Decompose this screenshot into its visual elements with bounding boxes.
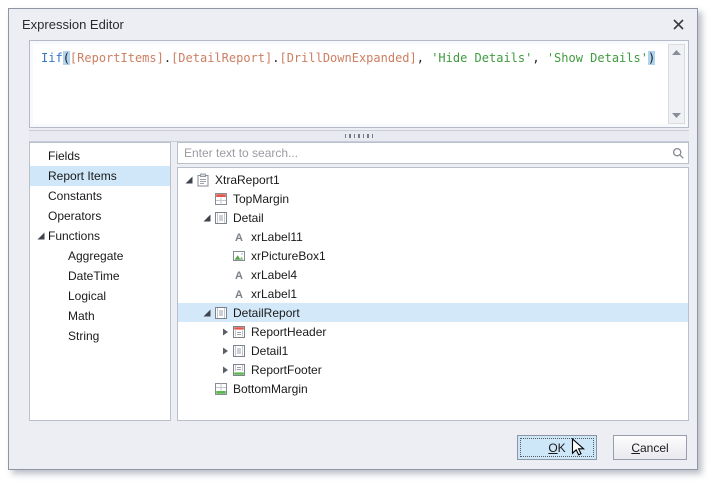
cancel-button-label: Cancel bbox=[631, 441, 668, 455]
category-item-logical[interactable]: Logical bbox=[30, 286, 170, 306]
tree-item-detailreport[interactable]: DetailReport bbox=[178, 303, 688, 322]
search-box bbox=[177, 142, 689, 164]
expression-token: [DrillDownExpanded] bbox=[279, 51, 416, 65]
expanded-expander-icon[interactable] bbox=[200, 213, 214, 223]
category-item-label: Operators bbox=[30, 209, 101, 223]
tree-item-reportheader[interactable]: ReportHeader bbox=[178, 322, 688, 341]
splitter-grip bbox=[345, 134, 347, 138]
band-footer-icon bbox=[232, 363, 246, 377]
category-item-label: Report Items bbox=[30, 169, 117, 183]
tree-item-label: xrPictureBox1 bbox=[251, 249, 326, 263]
category-list: Fields Report Items Constants Operators Func… bbox=[29, 142, 171, 421]
tree-item-detail1[interactable]: Detail1 bbox=[178, 341, 688, 360]
category-item-math[interactable]: Math bbox=[30, 306, 170, 326]
category-item-label: Aggregate bbox=[30, 249, 123, 263]
report-items-tree: XtraReport1 TopMargin Detail AxrLabel11 xrPi… bbox=[177, 167, 689, 421]
category-item-aggregate[interactable]: Aggregate bbox=[30, 246, 170, 266]
svg-text:A: A bbox=[235, 232, 243, 244]
tree-item-xtrareport1[interactable]: XtraReport1 bbox=[178, 170, 688, 189]
label-icon: A bbox=[232, 230, 246, 244]
picture-icon bbox=[232, 249, 246, 263]
category-item-label: Functions bbox=[48, 229, 100, 243]
ok-button[interactable]: OK bbox=[517, 435, 597, 460]
band-header-icon bbox=[232, 325, 246, 339]
tree-item-topmargin[interactable]: TopMargin bbox=[178, 189, 688, 208]
expanded-expander-icon[interactable] bbox=[200, 308, 214, 318]
category-item-operators[interactable]: Operators bbox=[30, 206, 170, 226]
tree-item-label: xrLabel4 bbox=[251, 268, 297, 282]
top-margin-icon bbox=[214, 192, 228, 206]
tree-item-label: Detail bbox=[233, 211, 264, 225]
report-icon bbox=[196, 173, 210, 187]
expanded-expander-icon[interactable] bbox=[182, 175, 196, 185]
category-item-label: Math bbox=[30, 309, 95, 323]
tree-item-label: xrLabel11 bbox=[251, 230, 303, 244]
expression-token: [DetailReport] bbox=[171, 51, 272, 65]
tree-item-label: Detail1 bbox=[251, 344, 288, 358]
splitter-handle[interactable] bbox=[29, 130, 689, 142]
tree-item-label: TopMargin bbox=[233, 192, 289, 206]
category-item-constants[interactable]: Constants bbox=[30, 186, 170, 206]
dialog-title: Expression Editor bbox=[22, 17, 124, 32]
category-item-string[interactable]: String bbox=[30, 326, 170, 346]
expression-editor-dialog: Expression Editor Iif([ReportItems].[Det… bbox=[8, 8, 698, 470]
tree-item-label: DetailReport bbox=[233, 306, 300, 320]
collapsed-expander-icon[interactable] bbox=[218, 346, 232, 356]
tree-item-detail[interactable]: Detail bbox=[178, 208, 688, 227]
scroll-down-icon[interactable] bbox=[669, 108, 684, 123]
bottom-margin-icon bbox=[214, 382, 228, 396]
label-icon: A bbox=[232, 287, 246, 301]
tree-item-reportfooter[interactable]: ReportFooter bbox=[178, 360, 688, 379]
category-item-label: DateTime bbox=[30, 269, 120, 283]
close-icon[interactable] bbox=[673, 19, 684, 30]
expression-token: ( bbox=[63, 51, 70, 65]
expression-scrollbar[interactable] bbox=[668, 44, 685, 124]
svg-text:A: A bbox=[235, 289, 243, 301]
expression-token: 'Hide Details' bbox=[431, 51, 532, 65]
expression-token: [ReportItems] bbox=[70, 51, 164, 65]
band-icon bbox=[232, 344, 246, 358]
collapsed-expander-icon[interactable] bbox=[218, 327, 232, 337]
band-icon bbox=[214, 306, 228, 320]
tree-item-bottommargin[interactable]: BottomMargin bbox=[178, 379, 688, 398]
ok-button-label: OK bbox=[548, 441, 565, 455]
scroll-up-icon[interactable] bbox=[669, 45, 684, 60]
tree-item-label: ReportHeader bbox=[251, 325, 326, 339]
expression-token: 'Show Details' bbox=[547, 51, 648, 65]
category-item-label: Fields bbox=[30, 149, 80, 163]
category-item-label: String bbox=[30, 329, 99, 343]
tree-item-label: ReportFooter bbox=[251, 363, 322, 377]
expression-text[interactable]: Iif([ReportItems].[DetailReport].[DrillD… bbox=[33, 44, 668, 124]
band-icon bbox=[214, 211, 228, 225]
category-item-label: Logical bbox=[30, 289, 106, 303]
category-item-label: Constants bbox=[30, 189, 102, 203]
tree-item-label: XtraReport1 bbox=[215, 173, 280, 187]
expression-token: , bbox=[417, 51, 431, 65]
tree-item-label: BottomMargin bbox=[233, 382, 308, 396]
search-input[interactable] bbox=[178, 146, 668, 160]
category-item-datetime[interactable]: DateTime bbox=[30, 266, 170, 286]
cancel-button[interactable]: Cancel bbox=[613, 435, 687, 460]
expression-token: , bbox=[532, 51, 546, 65]
category-item-fields[interactable]: Fields bbox=[30, 146, 170, 166]
tree-item-xrpicturebox1[interactable]: xrPictureBox1 bbox=[178, 246, 688, 265]
tree-item-xrlabel1[interactable]: AxrLabel1 bbox=[178, 284, 688, 303]
expression-editor-box: Iif([ReportItems].[DetailReport].[DrillD… bbox=[29, 40, 689, 128]
svg-text:A: A bbox=[235, 270, 243, 282]
tree-item-xrlabel11[interactable]: AxrLabel11 bbox=[178, 227, 688, 246]
label-icon: A bbox=[232, 268, 246, 282]
expression-token: . bbox=[164, 51, 171, 65]
tree-item-label: xrLabel1 bbox=[251, 287, 297, 301]
title-bar: Expression Editor bbox=[9, 9, 697, 39]
expanded-expander-icon[interactable] bbox=[34, 231, 48, 241]
tree-item-xrlabel4[interactable]: AxrLabel4 bbox=[178, 265, 688, 284]
category-item-functions[interactable]: Functions bbox=[30, 226, 170, 246]
expression-token: Iif bbox=[41, 51, 63, 65]
category-item-report-items[interactable]: Report Items bbox=[30, 166, 170, 186]
collapsed-expander-icon[interactable] bbox=[218, 365, 232, 375]
expression-token: ) bbox=[648, 51, 655, 65]
search-icon[interactable] bbox=[668, 147, 688, 160]
